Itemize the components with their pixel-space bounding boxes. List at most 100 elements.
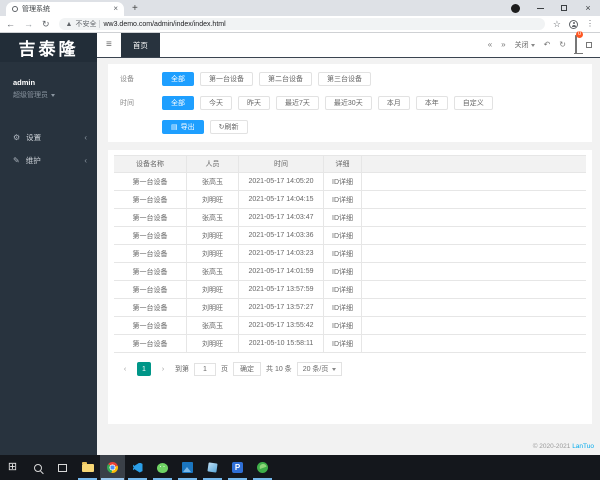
photos-button[interactable] <box>175 455 200 480</box>
cell-detail-link[interactable]: ID详细 <box>324 227 362 244</box>
profile-avatar-icon[interactable] <box>569 19 578 29</box>
notification-bell-icon[interactable]: 0 <box>575 31 583 54</box>
time-option-7days[interactable]: 最近7天 <box>276 96 319 110</box>
time-option-yesterday[interactable]: 昨天 <box>238 96 270 110</box>
refresh-button[interactable]: ↻ 刷新 <box>209 120 248 134</box>
time-option-month[interactable]: 本月 <box>377 96 410 110</box>
table-row: 第一台设备 张高玉 2021-05-17 14:05:20 ID详细 <box>114 173 586 191</box>
cell-time: 2021-05-17 14:03:36 <box>239 227 324 244</box>
cell-person: 刘明旺 <box>187 335 239 352</box>
device-filter-label: 设备 <box>120 76 134 83</box>
table-row: 第一台设备 张高玉 2021-05-17 14:01:59 ID详细 <box>114 263 586 281</box>
device-option-1[interactable]: 第一台设备 <box>200 72 253 86</box>
url-input[interactable]: ▲ 不安全 ww3.demo.com/admin/index/index.htm… <box>58 18 545 30</box>
cell-person: 刘明旺 <box>187 299 239 316</box>
caret-down-icon <box>51 93 55 97</box>
wechat-icon <box>157 462 168 473</box>
time-option-custom[interactable]: 自定义 <box>453 96 493 110</box>
device-option-all[interactable]: 全部 <box>162 72 194 86</box>
chrome-button[interactable] <box>100 455 125 480</box>
page-jump-input[interactable] <box>194 362 216 376</box>
role-dropdown[interactable]: 超级管理员 <box>13 90 97 100</box>
minimize-button[interactable] <box>528 0 552 16</box>
wechat-button[interactable] <box>150 455 175 480</box>
sidebar-item-label: 维护 <box>25 156 41 165</box>
pagination-prev[interactable]: ‹ <box>118 362 132 376</box>
pagination-page-1[interactable]: 1 <box>137 362 151 376</box>
time-option-today[interactable]: 今天 <box>200 96 232 110</box>
time-option-all[interactable]: 全部 <box>162 96 194 110</box>
header-actions: « » 关闭 ↶ ↻ 0 <box>488 31 600 54</box>
minimize-icon <box>536 7 544 9</box>
close-tabs-dropdown[interactable]: 关闭 <box>515 40 535 50</box>
cell-detail-link[interactable]: ID详细 <box>324 317 362 334</box>
file-explorer-button[interactable] <box>75 455 100 480</box>
refresh-icon[interactable]: ↻ <box>559 41 566 49</box>
table-row: 第一台设备 刘明旺 2021-05-17 13:57:27 ID详细 <box>114 299 586 317</box>
cell-detail-link[interactable]: ID详细 <box>324 263 362 280</box>
time-option-year[interactable]: 本年 <box>415 96 448 110</box>
table-row: 第一台设备 刘明旺 2021-05-17 14:03:23 ID详细 <box>114 245 586 263</box>
scroll-tabs-right-icon[interactable]: » <box>501 41 505 49</box>
start-button[interactable]: ⊞ <box>0 455 25 480</box>
tab-close-icon[interactable]: × <box>113 5 118 13</box>
cell-time: 2021-05-17 14:04:15 <box>239 191 324 208</box>
cell-person: 刘明旺 <box>187 227 239 244</box>
cell-device: 第一台设备 <box>114 227 187 244</box>
time-option-30days[interactable]: 最近30天 <box>324 96 372 110</box>
cell-person: 张高玉 <box>187 317 239 334</box>
forward-icon[interactable]: → <box>24 19 33 29</box>
vscode-button[interactable] <box>125 455 150 480</box>
tab-home[interactable]: 首页 <box>120 33 160 57</box>
cell-person: 张高玉 <box>187 209 239 226</box>
reload-icon[interactable]: ↻ <box>42 19 50 29</box>
sidebar-item-settings[interactable]: ⚙ 设置 ‹ <box>0 126 97 149</box>
screen: 管理系统 × + × ← → ↻ ▲ 不安全 ww3.demo.com/admi… <box>0 0 600 480</box>
cell-detail-link[interactable]: ID详细 <box>324 173 362 190</box>
notification-badge: 0 <box>576 31 583 38</box>
scroll-tabs-left-icon[interactable]: « <box>488 41 492 49</box>
green-app-icon <box>257 462 268 473</box>
cell-detail-link[interactable]: ID详细 <box>324 191 362 208</box>
cell-person: 张高玉 <box>187 263 239 280</box>
extension-icon[interactable] <box>511 4 520 13</box>
cell-detail-link[interactable]: ID详细 <box>324 245 362 262</box>
cell-time: 2021-05-17 13:57:59 <box>239 281 324 298</box>
chevron-left-icon: ‹ <box>84 132 87 142</box>
table-row: 第一台设备 刘明旺 2021-05-10 15:58:11 ID详细 <box>114 335 586 353</box>
cell-device: 第一台设备 <box>114 209 187 226</box>
data-table: 设备名称 人员 时间 详细 第一台设备 张高玉 2021-05-17 14:05… <box>114 155 586 353</box>
task-view-button[interactable] <box>50 455 75 480</box>
back-icon[interactable]: ← <box>6 19 15 29</box>
cell-device: 第一台设备 <box>114 299 187 316</box>
device-option-2[interactable]: 第二台设备 <box>259 72 312 86</box>
sidebar-item-maintenance[interactable]: ✎ 维护 ‹ <box>0 149 97 172</box>
pagination-next[interactable]: › <box>156 362 170 376</box>
fullscreen-icon[interactable] <box>586 42 592 48</box>
export-button[interactable]: ▤ 导出 <box>162 120 204 134</box>
device-option-3[interactable]: 第三台设备 <box>318 72 371 86</box>
cell-time: 2021-05-17 14:01:59 <box>239 263 324 280</box>
browser-menu-icon[interactable]: ⋮ <box>586 20 594 28</box>
cell-detail-link[interactable]: ID详细 <box>324 281 362 298</box>
undo-icon[interactable]: ↶ <box>544 41 551 49</box>
browser-tab[interactable]: 管理系统 × <box>6 2 124 16</box>
viewer-button[interactable] <box>200 455 225 480</box>
cell-detail-link[interactable]: ID详细 <box>324 335 362 352</box>
cell-detail-link[interactable]: ID详细 <box>324 299 362 316</box>
window-controls: × <box>528 0 600 16</box>
bookmark-star-icon[interactable]: ☆ <box>553 19 561 29</box>
maximize-button[interactable] <box>552 0 576 16</box>
taskbar-search-button[interactable] <box>25 455 50 480</box>
cell-person: 刘明旺 <box>187 245 239 262</box>
page-size-select[interactable]: 20 条/页 <box>296 362 343 376</box>
new-tab-button[interactable]: + <box>132 3 138 14</box>
confirm-button[interactable]: 确定 <box>233 362 261 376</box>
brand-link[interactable]: LanTuo <box>572 443 594 450</box>
p-app-button[interactable]: P <box>225 455 250 480</box>
hamburger-icon[interactable]: ≡ <box>97 40 121 50</box>
cell-detail-link[interactable]: ID详细 <box>324 209 362 226</box>
close-button[interactable]: × <box>576 0 600 16</box>
green-app-button[interactable] <box>250 455 275 480</box>
windows-taskbar: ⊞ P <box>0 455 600 480</box>
